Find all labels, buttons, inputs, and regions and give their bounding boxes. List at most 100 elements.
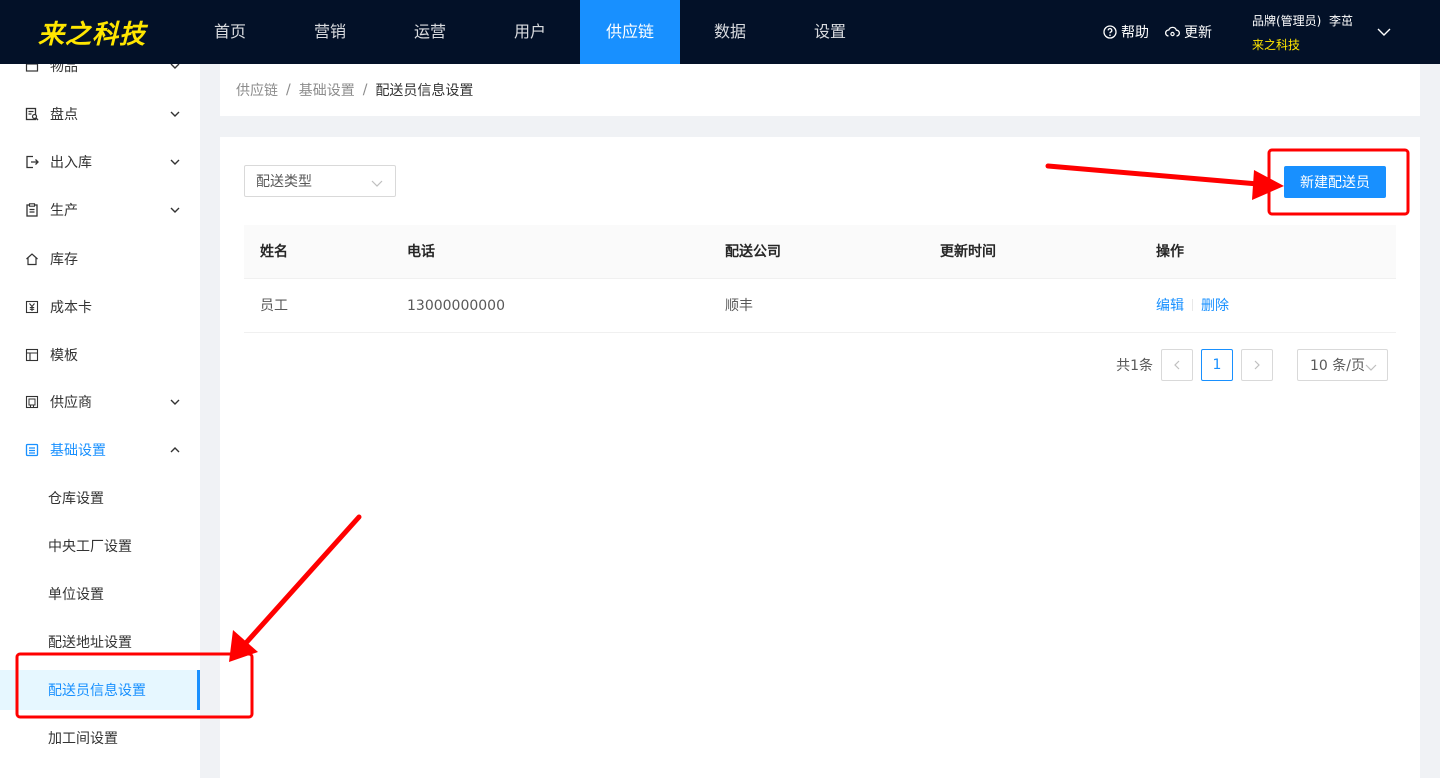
- nav-home[interactable]: 首页: [180, 0, 280, 64]
- sub-item-central-factory[interactable]: 中央工厂设置: [0, 526, 200, 566]
- nav-marketing[interactable]: 营销: [280, 0, 380, 64]
- chevron-down-icon: [1377, 28, 1391, 36]
- user-role-line: 品牌(管理员) 李茁: [1252, 12, 1362, 30]
- top-right-area: 帮助 更新 品牌(管理员) 李茁 来之科技: [1103, 0, 1440, 64]
- delivery-type-select[interactable]: 配送类型: [244, 165, 396, 197]
- cell-phone: 13000000000: [407, 298, 505, 314]
- sub-item-delivery-address[interactable]: 配送地址设置: [0, 622, 200, 662]
- building-icon: [24, 394, 40, 410]
- inventory-check-icon: [24, 106, 40, 122]
- sidebar-item-label: 盘点: [50, 107, 78, 123]
- next-page-button[interactable]: [1241, 349, 1273, 381]
- user-info[interactable]: 品牌(管理员) 李茁 来之科技: [1252, 10, 1362, 54]
- edit-link[interactable]: 编辑: [1156, 298, 1184, 314]
- chevron-down-icon: [170, 154, 182, 170]
- delete-link[interactable]: 删除: [1201, 298, 1229, 314]
- question-circle-icon: [1103, 25, 1117, 39]
- nav-supply-chain[interactable]: 供应链: [580, 0, 680, 64]
- chevron-down-icon: [1365, 360, 1377, 376]
- sidebar-item-stocktake[interactable]: 盘点: [0, 94, 200, 134]
- breadcrumb-supply-chain[interactable]: 供应链: [236, 80, 278, 100]
- user-name: 李茁: [1329, 14, 1354, 28]
- chevron-up-icon: [170, 442, 182, 458]
- sidebar-item-label: 基础设置: [50, 443, 106, 459]
- breadcrumb-current: 配送员信息设置: [375, 83, 474, 99]
- sidebar-item-cost-card[interactable]: 成本卡: [0, 287, 200, 327]
- sidebar-item-label: 成本卡: [50, 300, 92, 316]
- sidebar-item-label: 物品: [50, 64, 78, 75]
- home-icon: [24, 251, 40, 267]
- courier-table: 姓名 电话 配送公司 更新时间 操作 员工 13000000000 顺丰 编辑 删…: [244, 225, 1396, 333]
- yen-icon: [24, 299, 40, 315]
- user-role: 品牌(管理员): [1252, 14, 1322, 28]
- breadcrumb-separator: /: [362, 82, 368, 98]
- sidebar-item-template[interactable]: 模板: [0, 335, 200, 375]
- clipboard-icon: [24, 202, 40, 218]
- sidebar-item-label: 生产: [50, 203, 78, 219]
- chevron-down-icon: [170, 106, 182, 122]
- action-divider: [1192, 299, 1193, 311]
- logo[interactable]: 来之科技: [0, 0, 180, 64]
- layout-icon: [24, 347, 40, 363]
- new-courier-button[interactable]: 新建配送员: [1284, 166, 1386, 198]
- table-row: 员工 13000000000 顺丰 编辑 删除: [244, 279, 1396, 333]
- sidebar-item-stock[interactable]: 库存: [0, 239, 200, 279]
- column-name: 姓名: [260, 244, 288, 260]
- sidebar-item-goods[interactable]: 物品: [0, 64, 200, 86]
- sidebar-item-label: 出入库: [50, 155, 92, 171]
- chevron-down-icon: [170, 394, 182, 410]
- breadcrumb-basic-settings[interactable]: 基础设置: [299, 80, 355, 100]
- list-icon: [24, 442, 40, 458]
- help-label: 帮助: [1121, 25, 1149, 41]
- page-size-value: 10 条/页: [1310, 358, 1365, 374]
- pagination-total: 共1条: [1116, 358, 1153, 374]
- sidebar: 物品 盘点 出入库 生产 库存 成本卡 模板 供应商 基础设置 仓库设置 中央工…: [0, 64, 200, 778]
- in-out-icon: [24, 154, 40, 170]
- cloud-sync-icon: [1165, 26, 1180, 37]
- cell-company: 顺丰: [725, 298, 753, 314]
- chevron-left-icon: [1174, 360, 1180, 370]
- chevron-down-icon: [371, 176, 383, 192]
- main-nav: 首页 营销 运营 用户 供应链 数据 设置: [180, 0, 880, 64]
- sidebar-item-supplier[interactable]: 供应商: [0, 382, 200, 422]
- chevron-right-icon: [1254, 360, 1260, 370]
- nav-operation[interactable]: 运营: [380, 0, 480, 64]
- nav-users[interactable]: 用户: [480, 0, 580, 64]
- sub-item-warehouse[interactable]: 仓库设置: [0, 478, 200, 518]
- chevron-down-icon: [170, 64, 182, 74]
- sidebar-item-label: 库存: [50, 252, 78, 268]
- update-label: 更新: [1184, 25, 1212, 41]
- box-icon: [24, 64, 40, 74]
- sub-item-courier-info[interactable]: 配送员信息设置: [0, 670, 200, 710]
- cell-actions: 编辑 删除: [1156, 279, 1229, 333]
- update-link[interactable]: 更新: [1165, 22, 1212, 42]
- sidebar-item-basic-settings[interactable]: 基础设置: [0, 430, 200, 470]
- user-menu-toggle[interactable]: [1372, 28, 1396, 37]
- top-navbar: 来之科技 首页 营销 运营 用户 供应链 数据 设置 帮助 更新 品牌(管理员)…: [0, 0, 1440, 64]
- nav-settings[interactable]: 设置: [780, 0, 880, 64]
- page-size-select[interactable]: 10 条/页: [1297, 349, 1388, 381]
- column-updated: 更新时间: [940, 244, 996, 260]
- prev-page-button[interactable]: [1161, 349, 1193, 381]
- help-link[interactable]: 帮助: [1103, 22, 1149, 42]
- sub-item-processing-room[interactable]: 加工间设置: [0, 718, 200, 758]
- column-phone: 电话: [407, 244, 435, 260]
- sidebar-item-in-out[interactable]: 出入库: [0, 142, 200, 182]
- chevron-down-icon: [170, 202, 182, 218]
- main-content: 配送类型 新建配送员 姓名 电话 配送公司 更新时间 操作 员工 1300000…: [220, 137, 1420, 778]
- sidebar-item-label: 供应商: [50, 395, 92, 411]
- delivery-type-placeholder: 配送类型: [256, 174, 312, 190]
- breadcrumb-separator: /: [286, 82, 291, 98]
- nav-data[interactable]: 数据: [680, 0, 780, 64]
- breadcrumb: 供应链 / 基础设置 / 配送员信息设置: [220, 64, 1420, 116]
- company-name: 来之科技: [1252, 38, 1301, 52]
- page-button[interactable]: 1: [1201, 349, 1233, 381]
- cell-name: 员工: [260, 298, 288, 314]
- pagination: 共1条 1 10 条/页: [1116, 349, 1388, 381]
- sidebar-item-production[interactable]: 生产: [0, 190, 200, 230]
- table-header: 姓名 电话 配送公司 更新时间 操作: [244, 225, 1396, 279]
- sub-item-unit[interactable]: 单位设置: [0, 574, 200, 614]
- column-actions: 操作: [1156, 244, 1184, 260]
- sidebar-item-label: 模板: [50, 348, 78, 364]
- column-company: 配送公司: [725, 244, 781, 260]
